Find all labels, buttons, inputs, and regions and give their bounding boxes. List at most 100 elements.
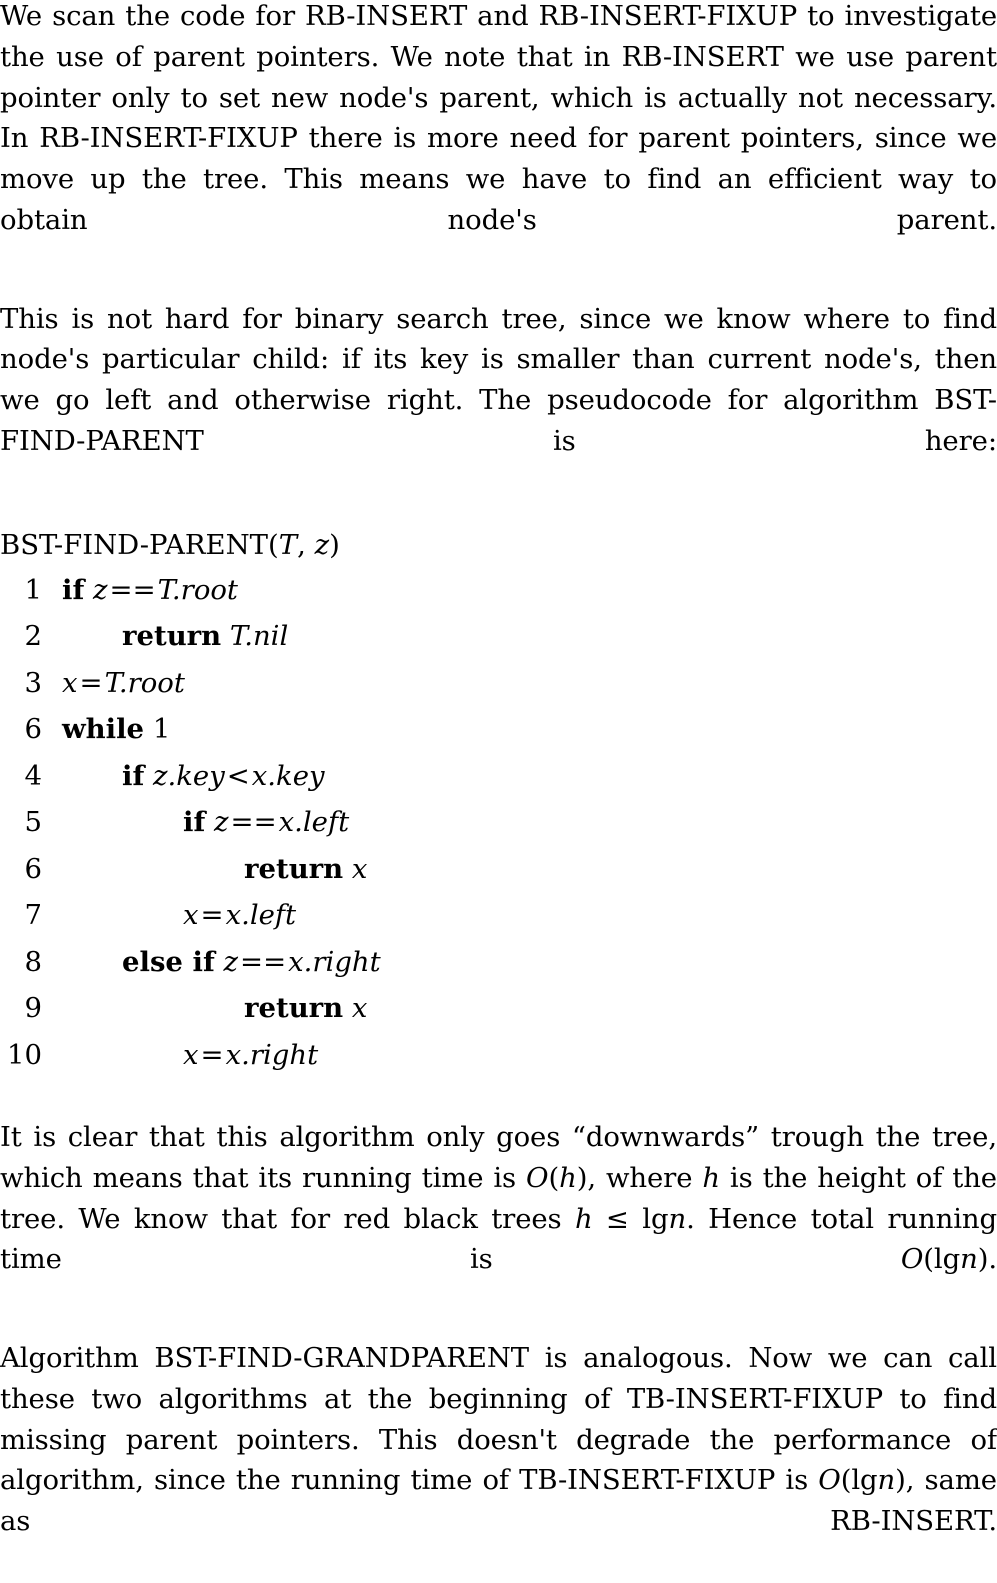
p4-lg-2: (lg [923,1243,961,1276]
pseudocode-token-var: x [351,852,368,885]
pseudocode-line: 3 x=T.root [0,660,997,707]
pseudocode-line-list: 1 if z==T.root 2 return T.nil 3 x=T.root 6 whil… [0,567,997,1079]
pseudocode-token-sp [215,946,224,978]
pseudocode-line-content: if z.key<x.key [122,753,325,800]
p4-var-n-1: n [668,1202,687,1235]
p4-var-h-3: h [574,1202,593,1235]
pseudocode-line-number: 10 [7,1038,42,1071]
pseudocode-line: 5 if z==x.left [0,799,997,846]
pseudocode-line-number: 5 [24,806,43,839]
pseudocode-line: 4 if z.key<x.key [0,753,997,800]
pseudocode-title-arg-T: T [278,528,298,561]
pseudocode-line: 7 x=x.left [0,892,997,939]
pseudocode-line-number: 1 [24,573,43,606]
pseudocode-token-var: x [183,899,199,932]
p4-text-e: ). [977,1243,997,1276]
p4-lg-1: lg [642,1202,669,1235]
paragraph-intro: We scan the code for RB-INSERT and RB-IN… [0,0,997,236]
pseudocode-line-number: 9 [24,992,43,1025]
pseudocode-token-var: z.key [153,759,225,792]
pseudocode-token-var: x.left [278,806,350,839]
pseudocode-token-var: T.nil [229,620,289,653]
pseudocode-token-num: 1 [152,713,171,746]
pseudocode-token-kw: if [62,573,85,606]
pseudocode-line-content: x=T.root [62,660,185,707]
pseudocode-token-var: T.root [157,573,238,606]
p5-var-n: n [877,1464,896,1497]
pseudocode-token-sp [205,806,214,838]
pseudocode-line-content: x=x.left [183,892,296,939]
pseudocode-title-arg-z: z [314,528,330,561]
p4-var-n-2: n [960,1243,978,1276]
pseudocode-token-kw: else if [122,945,215,978]
p4-bigO-2: O [900,1243,924,1276]
p4-paren-open: ( [548,1161,560,1194]
pseudocode-trailing-space [0,1078,997,1100]
pseudocode-line-content: x=x.right [183,1032,318,1079]
pseudocode-line: 6 while 1 [0,706,997,753]
pseudocode-token-kw: if [183,806,206,839]
pseudocode-token-var: x [62,666,78,699]
pseudocode-token-sp [221,620,230,652]
pseudocode-line: 1 if z==T.root [0,567,997,614]
pseudocode-token-var: x.right [288,945,381,978]
pseudocode-title-name: BST-FIND-PARENT [0,528,269,561]
pseudocode-line: 9 return x [0,985,997,1032]
pseudocode-line-content: return T.nil [122,613,288,660]
pseudocode-token-op: == [109,573,156,606]
pseudocode-line-content: else if z==x.right [122,939,381,986]
pseudocode-line-number: 7 [24,899,43,932]
p4-var-h-1: h [559,1161,577,1194]
pseudocode-token-sp [84,574,93,606]
pseudocode-token-kw: return [244,992,344,1025]
pseudocode-token-var: x [183,1038,199,1071]
pseudocode-token-sp [343,992,352,1024]
p5-bigO: O [818,1464,841,1497]
pseudocode-token-var: T.root [104,666,185,699]
p4-bigO: O [526,1161,549,1194]
pseudocode-token-kw: while [62,713,145,746]
p4-text-b: , where [587,1161,703,1194]
pseudocode-line: 2 return T.nil [0,613,997,660]
pseudocode-line-number: 6 [24,713,43,746]
pseudocode-token-op: < [226,759,250,792]
pseudocode-title: BST-FIND-PARENT(T, z) [0,523,997,567]
pseudocode-token-var: x.key [251,759,325,792]
paragraph-grandparent: Algorithm BST-FIND-GRANDPARENT is analog… [0,1338,997,1583]
pseudocode-token-sp [144,760,153,792]
pseudocode-line-number: 4 [24,759,43,792]
paragraph-bst-explanation: This is not hard for binary search tree,… [0,302,997,457]
pseudocode-line-number: 8 [24,945,43,978]
pseudocode-line: 10 x=x.right [0,1032,997,1079]
pseudocode-token-op: = [200,1038,224,1071]
pseudocode-token-op: == [230,806,277,839]
pseudocode-token-var: z [93,573,108,606]
document-page: We scan the code for RB-INSERT and RB-IN… [0,0,997,1537]
pseudocode-block: BST-FIND-PARENT(T, z) 1 if z==T.root 2 retu… [0,523,997,1079]
pseudocode-token-var: x.right [225,1038,319,1071]
pseudocode-title-paren-close: ) [329,528,340,561]
pseudocode-token-kw: if [122,759,145,792]
pseudocode-line-content: while 1 [62,706,170,753]
pseudocode-line-content: return x [244,846,367,893]
pseudocode-token-var: x [351,992,368,1025]
pseudocode-line-content: return x [244,985,367,1032]
pseudocode-line-number: 6 [24,852,43,885]
pseudocode-line: 8 else if z==x.right [0,939,997,986]
pseudocode-token-op: = [79,666,103,699]
pseudocode-line-content: if z==x.left [183,799,349,846]
pseudocode-line-number: 2 [24,620,43,653]
p4-var-h-2: h [702,1161,720,1194]
paragraph-running-time: It is clear that this algorithm only goe… [0,1117,997,1321]
pseudocode-line-number: 3 [24,666,43,699]
pseudocode-token-var: x.left [225,899,297,932]
p4-paren-close: ) [576,1161,588,1194]
pseudocode-title-comma: , [297,528,315,561]
pseudocode-token-kw: return [122,620,222,653]
pseudocode-line-content: if z==T.root [62,567,238,614]
pseudocode-token-var: z [223,945,239,978]
pseudocode-line: 6 return x [0,846,997,893]
pseudocode-token-kw: return [244,852,344,885]
pseudocode-token-op: = [200,899,224,932]
pseudocode-token-op: == [240,945,287,978]
